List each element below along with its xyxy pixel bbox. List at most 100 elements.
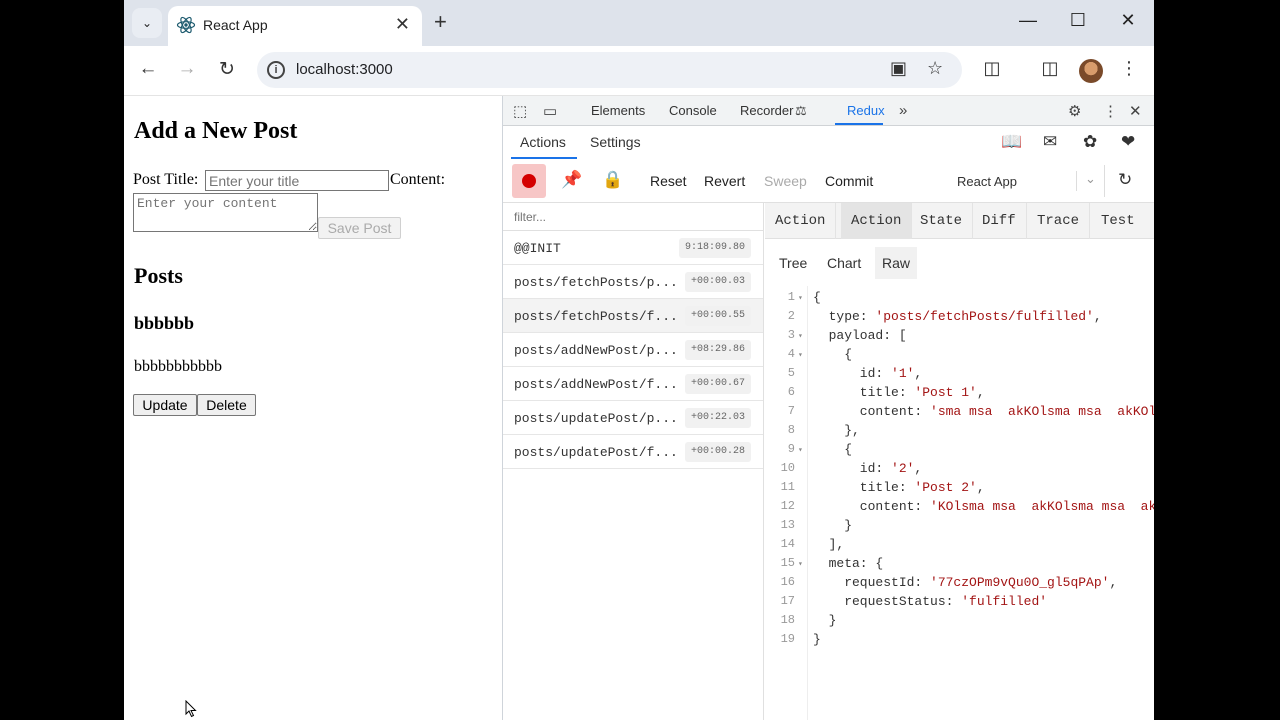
line-number: 15 [780,556,795,570]
line-number: 8 [787,423,795,437]
lock-icon[interactable]: 🔒 [602,170,623,190]
line-number: 13 [780,518,795,532]
close-icon[interactable]: ✕ [1129,102,1142,120]
tab-diff[interactable]: Diff [972,203,1027,239]
instance-select[interactable]: React App ⌄ [891,165,1105,197]
action-row[interactable]: posts/addNewPost/p... +08:29.86 [503,333,763,367]
redux-toolbar: 📌 🔒 Reset Revert Sweep Commit React App … [503,159,1154,203]
fold-arrow-icon[interactable]: ▾ [798,350,803,360]
menu-kebab-icon[interactable]: ⋮ [1116,58,1142,79]
line-number: 17 [780,594,795,608]
action-name: @@INIT [514,241,561,256]
sweep-button[interactable]: Sweep [764,173,807,189]
action-row[interactable]: @@INIT 9:18:09.80 [503,231,763,265]
minimize-icon[interactable]: — [1013,10,1043,31]
filter-input[interactable] [503,203,763,231]
bookmark-star-icon[interactable]: ☆ [927,58,943,79]
record-button[interactable] [512,164,546,198]
action-time: +00:00.28 [684,442,751,462]
line-number: 10 [780,461,795,475]
tab-redux[interactable]: Redux [847,103,885,118]
maximize-icon[interactable]: ☐ [1063,10,1093,31]
code-line: 16 requestId: '77czOPm9vQu0O_gl5qPAp', [765,575,1154,594]
code-text: } [813,632,821,647]
tab-test[interactable]: Test [1091,203,1145,239]
tab-action-title[interactable]: Action [765,203,837,239]
commit-button[interactable]: Commit [825,173,873,189]
twitter-icon[interactable]: ✿ [1083,132,1097,152]
tab-tree[interactable]: Tree [772,247,814,279]
tab-state[interactable]: State [910,203,974,239]
action-name: posts/addNewPost/f... [514,377,678,392]
tab-chart[interactable]: Chart [820,247,868,279]
install-app-icon[interactable]: ▣ [890,58,907,79]
browser-window: ⌄ React App ✕ + — ☐ ✕ ← → ↻ i localhost:… [124,0,1154,720]
tab-elements[interactable]: Elements [591,103,645,118]
line-number: 12 [780,499,795,513]
raw-code-view[interactable]: 1 ▾{2 type: 'posts/fetchPosts/fulfilled',… [765,286,1154,720]
code-text: content: 'sma msa akKOlsma msa akKOlsma … [813,404,1154,419]
address-bar[interactable]: i localhost:3000 ▣ ☆ [257,52,962,88]
tab-raw[interactable]: Raw [875,247,918,279]
line-number: 9 [787,442,795,456]
action-row[interactable]: posts/fetchPosts/p... +00:00.03 [503,265,763,299]
reset-button[interactable]: Reset [650,173,687,189]
fold-arrow-icon[interactable]: ▾ [798,293,803,303]
heart-icon[interactable]: ❤ [1121,132,1135,152]
action-row[interactable]: posts/updatePost/p... +00:22.03 [503,401,763,435]
tab-recorder[interactable]: Recorder [740,103,793,118]
action-time: +00:22.03 [684,408,751,428]
code-line: 8 }, [765,423,1154,442]
fold-arrow-icon[interactable]: ▾ [798,445,803,455]
code-line: 17 requestStatus: 'fulfilled' [765,594,1154,613]
new-tab-button[interactable]: + [434,9,447,35]
tab-trace[interactable]: Trace [1027,203,1091,239]
browser-tab[interactable]: React App ✕ [168,6,422,46]
avatar[interactable] [1079,59,1103,83]
forward-icon[interactable]: → [174,58,200,80]
inspect-element-icon[interactable]: ⬚ [513,102,527,120]
more-tabs-icon[interactable]: » [899,102,907,119]
action-inspector: Action Action State Diff Trace Test Tree… [765,203,1154,720]
action-row-selected[interactable]: posts/fetchPosts/f... +00:00.55 [503,299,763,333]
post-title-label: Post Title: [133,171,199,188]
update-button[interactable]: Update [133,394,197,416]
tab-console[interactable]: Console [669,103,717,118]
save-post-button[interactable]: Save Post [318,217,401,239]
fold-arrow-icon[interactable]: ▾ [798,559,803,569]
sync-icon[interactable]: ↻ [1118,170,1132,190]
record-icon [522,174,536,188]
info-icon[interactable]: i [267,61,285,79]
code-text: { [813,347,853,362]
web-page: Add a New Post Post Title: Content: Save… [124,96,502,720]
chat-icon[interactable]: ✉ [1043,132,1057,152]
tab-action[interactable]: Action [841,203,913,239]
fold-arrow-icon[interactable]: ▾ [798,331,803,341]
line-number: 5 [787,366,795,380]
reload-icon[interactable]: ↻ [214,58,240,81]
book-icon[interactable]: 📖 [1001,132,1022,152]
close-tab-icon[interactable]: ✕ [395,14,410,35]
content-textarea[interactable] [133,193,318,232]
code-text: meta: { [813,556,884,571]
action-row[interactable]: posts/updatePost/f... +00:00.28 [503,435,763,469]
delete-button[interactable]: Delete [197,394,256,416]
back-icon[interactable]: ← [135,58,161,80]
view-tabs: Tree Chart Raw [765,247,1154,281]
url-text[interactable]: localhost:3000 [296,61,393,78]
post-title-input[interactable] [205,170,389,191]
extensions-icon[interactable]: ◫ [979,58,1005,79]
pin-icon[interactable]: 📌 [561,170,582,190]
close-window-icon[interactable]: ✕ [1113,10,1143,31]
tab-search-button[interactable]: ⌄ [132,8,162,38]
tab-actions[interactable]: Actions [520,134,566,150]
action-list: @@INIT 9:18:09.80 posts/fetchPosts/p... … [503,203,764,720]
action-row[interactable]: posts/addNewPost/f... +00:00.67 [503,367,763,401]
side-panel-icon[interactable]: ◫ [1037,58,1063,79]
revert-button[interactable]: Revert [704,173,745,189]
tab-settings[interactable]: Settings [590,134,641,150]
device-toolbar-icon[interactable]: ▭ [543,102,557,120]
gear-icon[interactable]: ⚙ [1068,102,1081,120]
menu-kebab-icon[interactable]: ⋮ [1103,102,1118,120]
devtools-panel: ⬚ ▭ Elements Console Recorder ⚖ Redux » … [502,96,1154,720]
